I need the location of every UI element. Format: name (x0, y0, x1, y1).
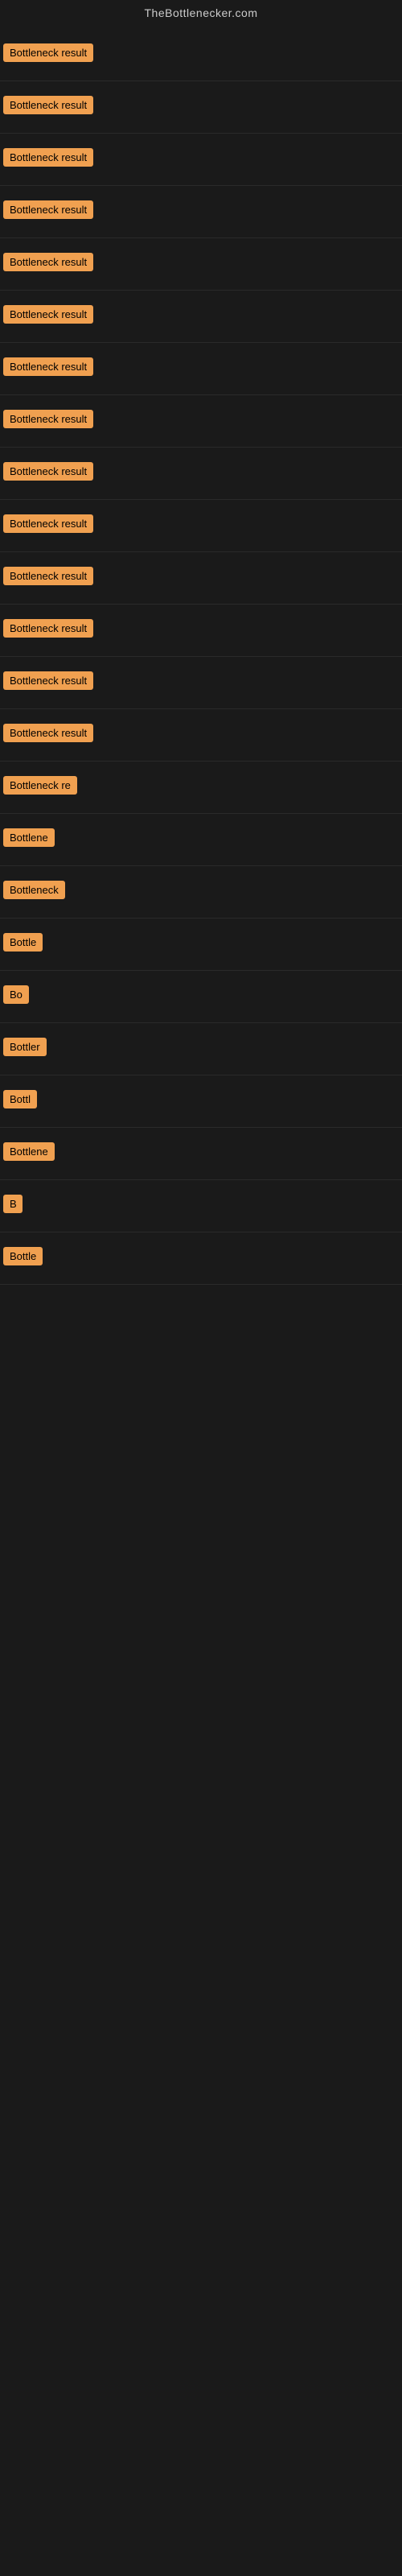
bottleneck-badge[interactable]: Bottleneck result (3, 619, 93, 638)
result-row: Bottleneck result (0, 291, 402, 343)
bottleneck-badge[interactable]: Bottleneck (3, 881, 65, 899)
bottleneck-badge[interactable]: Bottleneck result (3, 514, 93, 533)
bottleneck-badge[interactable]: Bottleneck result (3, 671, 93, 690)
result-row: Bottleneck result (0, 395, 402, 448)
result-row: Bottleneck result (0, 29, 402, 81)
bottleneck-badge[interactable]: Bottleneck result (3, 410, 93, 428)
result-row: Bo (0, 971, 402, 1023)
bottleneck-badge[interactable]: Bottleneck re (3, 776, 77, 795)
bottleneck-badge[interactable]: Bo (3, 985, 29, 1004)
bottleneck-badge[interactable]: Bottleneck result (3, 96, 93, 114)
bottleneck-badge[interactable]: Bottle (3, 933, 43, 952)
bottleneck-badge[interactable]: Bottleneck result (3, 148, 93, 167)
bottleneck-badge[interactable]: Bottleneck result (3, 724, 93, 742)
result-row: Bottleneck result (0, 186, 402, 238)
bottleneck-badge[interactable]: Bottleneck result (3, 200, 93, 219)
result-row: Bottl (0, 1075, 402, 1128)
bottleneck-badge[interactable]: Bottleneck result (3, 43, 93, 62)
result-row: Bottleneck result (0, 81, 402, 134)
result-row: Bottleneck result (0, 134, 402, 186)
result-row: Bottlene (0, 814, 402, 866)
result-row: B (0, 1180, 402, 1232)
result-row: Bottleneck re (0, 762, 402, 814)
result-row: Bottleneck result (0, 343, 402, 395)
result-row: Bottleneck result (0, 605, 402, 657)
bottleneck-badge[interactable]: Bottler (3, 1038, 47, 1056)
bottleneck-badge[interactable]: Bottleneck result (3, 357, 93, 376)
result-row: Bottle (0, 1232, 402, 1285)
bottleneck-badge[interactable]: Bottl (3, 1090, 37, 1108)
result-row: Bottleneck result (0, 552, 402, 605)
bottleneck-badge[interactable]: Bottleneck result (3, 567, 93, 585)
bottleneck-badge[interactable]: Bottleneck result (3, 253, 93, 271)
result-row: Bottle (0, 919, 402, 971)
bottleneck-badge[interactable]: B (3, 1195, 23, 1213)
result-row: Bottlene (0, 1128, 402, 1180)
result-row: Bottleneck result (0, 657, 402, 709)
result-row: Bottleneck result (0, 238, 402, 291)
bottleneck-badge[interactable]: Bottlene (3, 828, 55, 847)
result-row: Bottleneck result (0, 448, 402, 500)
result-row: Bottleneck (0, 866, 402, 919)
bottleneck-badge[interactable]: Bottlene (3, 1142, 55, 1161)
result-row: Bottleneck result (0, 500, 402, 552)
bottleneck-badge[interactable]: Bottleneck result (3, 462, 93, 481)
result-row: Bottler (0, 1023, 402, 1075)
site-title: TheBottlenecker.com (0, 0, 402, 29)
bottleneck-badge[interactable]: Bottleneck result (3, 305, 93, 324)
bottleneck-badge[interactable]: Bottle (3, 1247, 43, 1265)
result-row: Bottleneck result (0, 709, 402, 762)
